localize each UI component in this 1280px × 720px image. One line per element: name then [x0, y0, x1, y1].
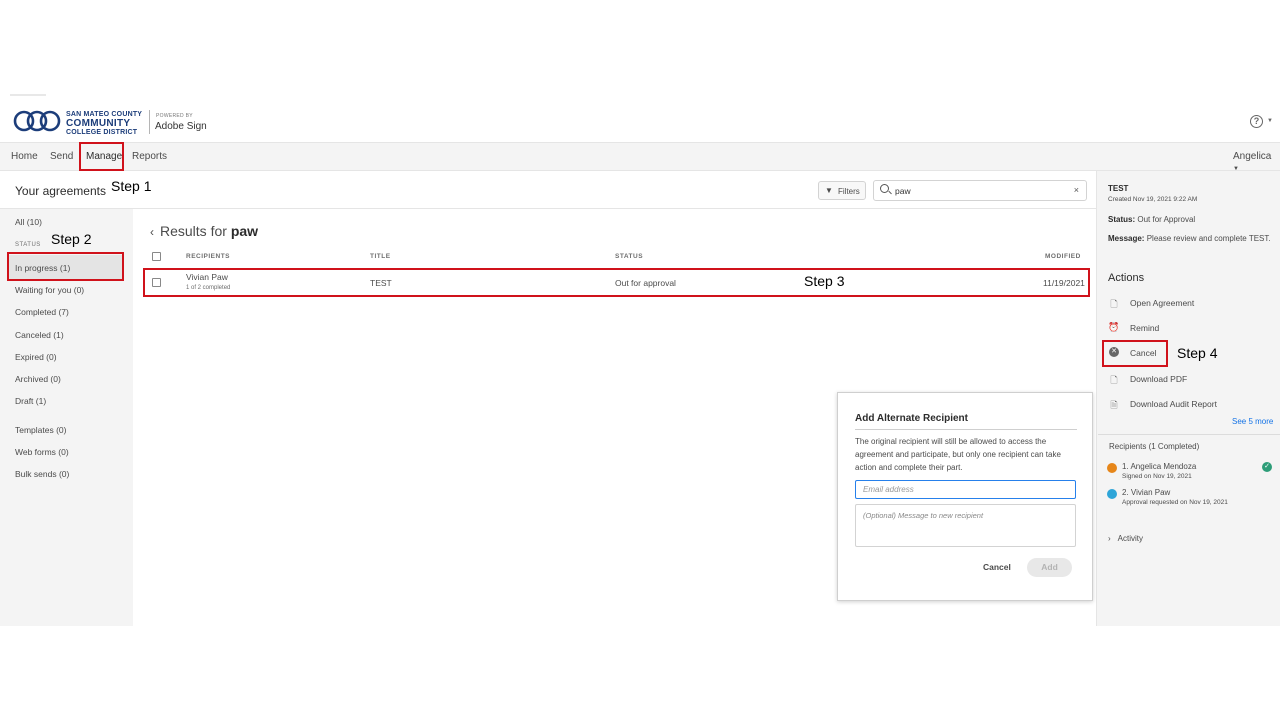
- chevron-right-icon: ›: [1108, 534, 1111, 543]
- message-label: Message:: [1108, 234, 1145, 243]
- completed-check-icon: ✓: [1262, 462, 1272, 472]
- page-title: Your agreements: [15, 184, 106, 198]
- action-open-agreement[interactable]: 🗋 Open Agreement: [1108, 298, 1228, 310]
- step-2-label: Step 2: [51, 231, 92, 247]
- add-alternate-recipient-dialog: Add Alternate Recipient The original rec…: [837, 392, 1093, 601]
- filter-all[interactable]: All (10): [15, 217, 42, 227]
- action-label: Download Audit Report: [1130, 399, 1217, 409]
- dialog-body: The original recipient will still be all…: [855, 437, 1061, 472]
- status-value: Out for Approval: [1137, 215, 1196, 224]
- col-title[interactable]: TITLE: [370, 253, 391, 260]
- dialog-title: Add Alternate Recipient: [855, 413, 968, 424]
- activity-label: Activity: [1117, 534, 1144, 543]
- recipients-heading: Recipients (1 Completed): [1109, 442, 1200, 451]
- filter-funnel-icon: ▼: [825, 186, 833, 195]
- filters-button[interactable]: ▼ Filters: [818, 181, 866, 200]
- step-2-highlight: [7, 252, 124, 281]
- clear-search-icon[interactable]: ×: [1074, 185, 1079, 195]
- select-all-checkbox[interactable]: [152, 252, 161, 261]
- col-modified[interactable]: MODIFIED: [1045, 253, 1081, 260]
- step-1-highlight: [79, 142, 124, 171]
- search-icon: [880, 184, 889, 193]
- action-label: Remind: [1130, 323, 1160, 333]
- action-download-pdf[interactable]: 🗋 Download PDF: [1108, 374, 1228, 386]
- step-3-label: Step 3: [804, 273, 845, 289]
- dialog-add-button[interactable]: Add: [1027, 558, 1072, 577]
- document-icon: 🗋: [1110, 299, 1118, 309]
- step-4-highlight: [1102, 340, 1168, 367]
- panel-divider: [1098, 434, 1280, 435]
- powered-by-label: POWERED BY: [156, 113, 193, 119]
- district-logo-text: SAN MATEO COUNTY COMMUNITY COLLEGE DISTR…: [66, 111, 142, 137]
- step-4-label: Step 4: [1177, 345, 1218, 361]
- action-remind[interactable]: ⏰ Remind: [1108, 322, 1228, 335]
- dialog-rule: [855, 429, 1077, 430]
- filter-waiting[interactable]: Waiting for you (0): [15, 285, 84, 295]
- recipient-avatar: [1107, 463, 1117, 473]
- see-more-link[interactable]: See 5 more: [1232, 417, 1273, 426]
- filter-draft[interactable]: Draft (1): [15, 396, 46, 406]
- agreement-title: TEST: [1108, 184, 1129, 193]
- status-label: Status:: [1108, 215, 1136, 224]
- product-name: Adobe Sign: [155, 121, 207, 132]
- filter-canceled[interactable]: Canceled (1): [15, 330, 64, 340]
- alarm-clock-icon: ⏰: [1108, 322, 1120, 332]
- step-3-highlight: [143, 268, 1090, 297]
- recipient-2-detail: Approval requested on Nov 19, 2021: [1122, 499, 1228, 506]
- search-value: paw: [895, 186, 911, 196]
- agreement-created: Created Nov 19, 2021 9:22 AM: [1108, 196, 1198, 203]
- recipient-2-name: 2. Vivian Paw: [1122, 488, 1171, 497]
- col-status[interactable]: STATUS: [615, 253, 643, 260]
- message-textarea[interactable]: (Optional) Message to new recipient: [855, 504, 1076, 547]
- action-label: Open Agreement: [1130, 298, 1195, 308]
- email-field[interactable]: Email address: [855, 480, 1076, 499]
- nav-home[interactable]: Home: [11, 151, 38, 162]
- actions-heading: Actions: [1108, 272, 1145, 284]
- nav-send[interactable]: Send: [50, 151, 73, 162]
- back-chevron-icon[interactable]: ‹: [150, 225, 154, 239]
- activity-toggle[interactable]: › Activity: [1108, 534, 1143, 543]
- col-recipients[interactable]: RECIPIENTS: [186, 253, 230, 260]
- action-label: Download PDF: [1130, 374, 1188, 384]
- results-query: paw: [230, 223, 259, 239]
- filter-completed[interactable]: Completed (7): [15, 307, 69, 317]
- main-nav: [0, 142, 1280, 171]
- recipient-avatar: [1107, 489, 1117, 499]
- help-caret-icon[interactable]: ▼: [1267, 118, 1273, 124]
- filters-label: Filters: [838, 187, 860, 196]
- filter-web-forms[interactable]: Web forms (0): [15, 447, 69, 457]
- help-icon[interactable]: ?: [1250, 115, 1263, 128]
- dialog-cancel-button[interactable]: Cancel: [983, 562, 1011, 572]
- user-name: Angelica: [1233, 151, 1272, 162]
- recipient-1-name: 1. Angelica Mendoza: [1122, 462, 1197, 471]
- results-prefix: Results for: [160, 223, 227, 239]
- filter-bulk-sends[interactable]: Bulk sends (0): [15, 469, 69, 479]
- filter-templates[interactable]: Templates (0): [15, 425, 67, 435]
- recipient-1-detail: Signed on Nov 19, 2021: [1122, 473, 1192, 480]
- step-1-label: Step 1: [111, 178, 152, 194]
- action-download-audit-report[interactable]: 🗎 Download Audit Report: [1108, 399, 1228, 411]
- filter-expired[interactable]: Expired (0): [15, 352, 57, 362]
- header-separator: [0, 208, 1096, 209]
- user-menu[interactable]: Angelica ▼: [1233, 151, 1280, 173]
- audit-report-icon: 🗎: [1110, 400, 1118, 410]
- brand-divider: [149, 110, 150, 134]
- logo-line-2: COMMUNITY: [66, 118, 131, 129]
- results-heading: ‹ Results for paw: [150, 223, 258, 239]
- search-input[interactable]: paw ×: [873, 180, 1087, 201]
- agreement-message: Message: Please review and complete TEST…: [1108, 234, 1271, 243]
- nav-reports[interactable]: Reports: [132, 151, 167, 162]
- filter-archived[interactable]: Archived (0): [15, 374, 61, 384]
- status-section-label: STATUS: [15, 242, 41, 248]
- top-accent-line: [10, 94, 46, 96]
- agreement-status: Status: Out for Approval: [1108, 215, 1195, 224]
- message-value: Please review and complete TEST.: [1146, 234, 1271, 243]
- logo-line-3: COLLEGE DISTRICT: [66, 129, 138, 136]
- download-pdf-icon: 🗋: [1110, 375, 1118, 385]
